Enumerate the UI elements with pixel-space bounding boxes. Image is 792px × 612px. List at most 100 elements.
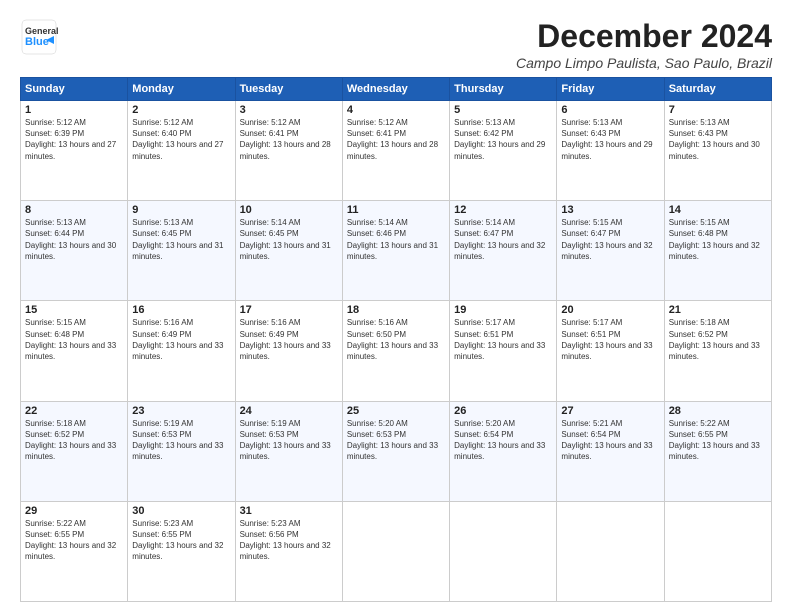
col-header-monday: Monday	[128, 78, 235, 101]
day-cell-6: 6 Sunrise: 5:13 AMSunset: 6:43 PMDaylight…	[557, 101, 664, 201]
day-cell-3: 3 Sunrise: 5:12 AMSunset: 6:41 PMDaylight…	[235, 101, 342, 201]
calendar-table: SundayMondayTuesdayWednesdayThursdayFrid…	[20, 77, 772, 602]
day-number: 13	[561, 204, 659, 216]
day-number: 19	[454, 304, 552, 316]
day-number: 11	[347, 204, 445, 216]
day-number: 2	[132, 104, 230, 116]
day-number: 1	[25, 104, 123, 116]
page-title: December 2024	[516, 18, 772, 55]
day-info: Sunrise: 5:22 AMSunset: 6:55 PMDaylight:…	[25, 519, 116, 562]
day-info: Sunrise: 5:13 AMSunset: 6:43 PMDaylight:…	[561, 118, 652, 161]
col-header-saturday: Saturday	[664, 78, 771, 101]
day-info: Sunrise: 5:18 AMSunset: 6:52 PMDaylight:…	[669, 318, 760, 361]
day-cell-9: 9 Sunrise: 5:13 AMSunset: 6:45 PMDaylight…	[128, 201, 235, 301]
day-number: 23	[132, 405, 230, 417]
day-cell-14: 14 Sunrise: 5:15 AMSunset: 6:48 PMDayligh…	[664, 201, 771, 301]
day-info: Sunrise: 5:15 AMSunset: 6:47 PMDaylight:…	[561, 218, 652, 261]
col-header-friday: Friday	[557, 78, 664, 101]
day-cell-2: 2 Sunrise: 5:12 AMSunset: 6:40 PMDaylight…	[128, 101, 235, 201]
col-header-tuesday: Tuesday	[235, 78, 342, 101]
day-cell-11: 11 Sunrise: 5:14 AMSunset: 6:46 PMDayligh…	[342, 201, 449, 301]
day-info: Sunrise: 5:20 AMSunset: 6:54 PMDaylight:…	[454, 419, 545, 462]
day-cell-24: 24 Sunrise: 5:19 AMSunset: 6:53 PMDayligh…	[235, 401, 342, 501]
col-header-sunday: Sunday	[21, 78, 128, 101]
day-info: Sunrise: 5:16 AMSunset: 6:50 PMDaylight:…	[347, 318, 438, 361]
day-cell-23: 23 Sunrise: 5:19 AMSunset: 6:53 PMDayligh…	[128, 401, 235, 501]
day-info: Sunrise: 5:19 AMSunset: 6:53 PMDaylight:…	[240, 419, 331, 462]
day-cell-25: 25Sunrise: 5:20 AMSunset: 6:53 PMDayligh…	[342, 401, 449, 501]
day-cell-8: 8 Sunrise: 5:13 AMSunset: 6:44 PMDaylight…	[21, 201, 128, 301]
day-info: Sunrise: 5:22 AMSunset: 6:55 PMDaylight:…	[669, 419, 760, 462]
day-number: 6	[561, 104, 659, 116]
day-number: 30	[132, 505, 230, 517]
day-number: 27	[561, 405, 659, 417]
day-cell-12: 12Sunrise: 5:14 AMSunset: 6:47 PMDayligh…	[450, 201, 557, 301]
day-number: 14	[669, 204, 767, 216]
calendar-week-5: 29 Sunrise: 5:22 AMSunset: 6:55 PMDayligh…	[21, 501, 772, 601]
day-info: Sunrise: 5:12 AMSunset: 6:41 PMDaylight:…	[347, 118, 438, 161]
day-number: 10	[240, 204, 338, 216]
day-cell-5: 5Sunrise: 5:13 AMSunset: 6:42 PMDaylight…	[450, 101, 557, 201]
day-info: Sunrise: 5:13 AMSunset: 6:43 PMDaylight:…	[669, 118, 760, 161]
day-info: Sunrise: 5:18 AMSunset: 6:52 PMDaylight:…	[25, 419, 116, 462]
day-number: 21	[669, 304, 767, 316]
day-info: Sunrise: 5:12 AMSunset: 6:40 PMDaylight:…	[132, 118, 223, 161]
day-number: 25	[347, 405, 445, 417]
day-number: 4	[347, 104, 445, 116]
day-info: Sunrise: 5:16 AMSunset: 6:49 PMDaylight:…	[240, 318, 331, 361]
day-number: 3	[240, 104, 338, 116]
day-cell-29: 29 Sunrise: 5:22 AMSunset: 6:55 PMDayligh…	[21, 501, 128, 601]
day-number: 22	[25, 405, 123, 417]
day-number: 29	[25, 505, 123, 517]
day-number: 15	[25, 304, 123, 316]
day-number: 20	[561, 304, 659, 316]
day-info: Sunrise: 5:14 AMSunset: 6:45 PMDaylight:…	[240, 218, 331, 261]
day-info: Sunrise: 5:17 AMSunset: 6:51 PMDaylight:…	[561, 318, 652, 361]
day-number: 9	[132, 204, 230, 216]
day-cell-1: 1Sunrise: 5:12 AMSunset: 6:39 PMDaylight…	[21, 101, 128, 201]
calendar-week-3: 15Sunrise: 5:15 AMSunset: 6:48 PMDayligh…	[21, 301, 772, 401]
col-header-wednesday: Wednesday	[342, 78, 449, 101]
day-info: Sunrise: 5:13 AMSunset: 6:42 PMDaylight:…	[454, 118, 545, 161]
day-info: Sunrise: 5:15 AMSunset: 6:48 PMDaylight:…	[669, 218, 760, 261]
day-cell-10: 10 Sunrise: 5:14 AMSunset: 6:45 PMDayligh…	[235, 201, 342, 301]
day-number: 8	[25, 204, 123, 216]
page: General Blue December 2024 Campo Limpo P…	[0, 0, 792, 612]
day-number: 18	[347, 304, 445, 316]
empty-cell	[557, 501, 664, 601]
day-info: Sunrise: 5:12 AMSunset: 6:41 PMDaylight:…	[240, 118, 331, 161]
day-info: Sunrise: 5:13 AMSunset: 6:45 PMDaylight:…	[132, 218, 223, 261]
day-number: 28	[669, 405, 767, 417]
day-cell-26: 26 Sunrise: 5:20 AMSunset: 6:54 PMDayligh…	[450, 401, 557, 501]
day-info: Sunrise: 5:13 AMSunset: 6:44 PMDaylight:…	[25, 218, 116, 261]
header: General Blue December 2024 Campo Limpo P…	[20, 18, 772, 71]
day-number: 31	[240, 505, 338, 517]
day-cell-7: 7 Sunrise: 5:13 AMSunset: 6:43 PMDaylight…	[664, 101, 771, 201]
day-number: 16	[132, 304, 230, 316]
day-info: Sunrise: 5:16 AMSunset: 6:49 PMDaylight:…	[132, 318, 223, 361]
title-block: December 2024 Campo Limpo Paulista, Sao …	[516, 18, 772, 71]
page-subtitle: Campo Limpo Paulista, Sao Paulo, Brazil	[516, 55, 772, 71]
day-number: 17	[240, 304, 338, 316]
day-cell-19: 19 Sunrise: 5:17 AMSunset: 6:51 PMDayligh…	[450, 301, 557, 401]
day-info: Sunrise: 5:19 AMSunset: 6:53 PMDaylight:…	[132, 419, 223, 462]
day-info: Sunrise: 5:17 AMSunset: 6:51 PMDaylight:…	[454, 318, 545, 361]
day-cell-21: 21 Sunrise: 5:18 AMSunset: 6:52 PMDayligh…	[664, 301, 771, 401]
day-cell-18: 18 Sunrise: 5:16 AMSunset: 6:50 PMDayligh…	[342, 301, 449, 401]
day-number: 26	[454, 405, 552, 417]
empty-cell	[342, 501, 449, 601]
calendar-week-4: 22 Sunrise: 5:18 AMSunset: 6:52 PMDayligh…	[21, 401, 772, 501]
day-info: Sunrise: 5:14 AMSunset: 6:47 PMDaylight:…	[454, 218, 545, 261]
day-info: Sunrise: 5:14 AMSunset: 6:46 PMDaylight:…	[347, 218, 438, 261]
day-number: 7	[669, 104, 767, 116]
svg-text:Blue: Blue	[25, 36, 49, 48]
day-info: Sunrise: 5:23 AMSunset: 6:56 PMDaylight:…	[240, 519, 331, 562]
day-cell-27: 27Sunrise: 5:21 AMSunset: 6:54 PMDayligh…	[557, 401, 664, 501]
empty-cell	[664, 501, 771, 601]
day-cell-15: 15Sunrise: 5:15 AMSunset: 6:48 PMDayligh…	[21, 301, 128, 401]
col-header-thursday: Thursday	[450, 78, 557, 101]
day-number: 24	[240, 405, 338, 417]
day-cell-4: 4 Sunrise: 5:12 AMSunset: 6:41 PMDaylight…	[342, 101, 449, 201]
day-cell-17: 17 Sunrise: 5:16 AMSunset: 6:49 PMDayligh…	[235, 301, 342, 401]
logo: General Blue	[20, 18, 58, 56]
